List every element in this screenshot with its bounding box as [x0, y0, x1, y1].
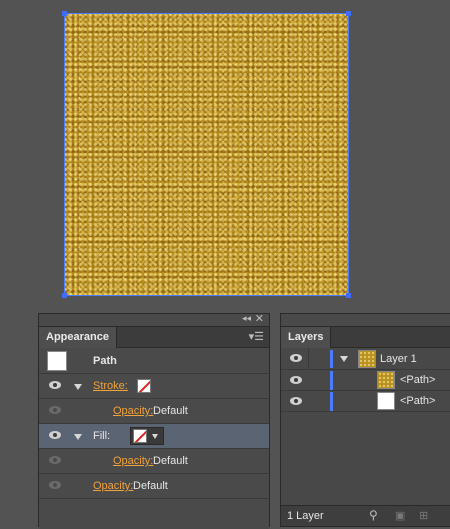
stroke-opacity-row[interactable]: Opacity: Default — [39, 399, 269, 424]
layer-count: 1 Layer — [287, 510, 324, 522]
layer-color-bar — [330, 371, 333, 390]
layer-thumbnail — [358, 350, 376, 368]
eye-icon[interactable] — [290, 397, 302, 405]
fill-label[interactable]: Fill: — [93, 430, 110, 442]
layer-name[interactable]: Layer 1 — [380, 353, 417, 365]
new-layer-icon[interactable]: ▣ — [395, 509, 405, 522]
eye-icon[interactable] — [49, 381, 61, 389]
object-row[interactable]: Path — [39, 348, 269, 374]
eye-icon[interactable] — [49, 431, 61, 439]
object-opacity-row[interactable]: Opacity: Default — [39, 474, 269, 499]
sublayer-row[interactable]: <Path> — [281, 370, 450, 391]
close-icon[interactable]: ✕ — [255, 312, 264, 325]
eye-icon[interactable] — [290, 376, 302, 384]
path-label[interactable]: <Path> — [400, 374, 435, 386]
path-label[interactable]: <Path> — [400, 395, 435, 407]
search-icon[interactable]: ⚲ — [369, 508, 378, 522]
tab-appearance[interactable]: Appearance — [39, 327, 117, 348]
eye-icon[interactable] — [49, 406, 61, 414]
object-thumbnail — [47, 351, 67, 371]
object-type-label: Path — [93, 355, 117, 367]
sublayer-row[interactable]: <Path> — [281, 391, 450, 412]
opacity-value: Default — [133, 480, 168, 492]
fill-opacity-row[interactable]: Opacity: Default — [39, 449, 269, 474]
opacity-value: Default — [153, 455, 188, 467]
stroke-row[interactable]: Stroke: — [39, 374, 269, 399]
delete-icon[interactable]: ⊞ — [419, 509, 428, 522]
panel-titlebar — [281, 314, 450, 327]
path-thumbnail-white — [377, 392, 395, 410]
gold-glitter-artwork[interactable] — [64, 13, 349, 296]
layer-color-bar — [330, 392, 333, 411]
stroke-label[interactable]: Stroke: — [93, 380, 128, 392]
layer-row[interactable]: Layer 1 — [281, 348, 450, 370]
stroke-swatch[interactable] — [137, 379, 151, 393]
appearance-tabbar: Appearance ▾☰ — [39, 327, 269, 348]
panel-titlebar: ◂◂ ✕ — [39, 312, 269, 327]
eye-icon[interactable] — [49, 481, 61, 489]
layers-footer: 1 Layer ⚲ ▣ ⊞ — [281, 505, 450, 526]
chevron-down-icon — [152, 434, 158, 439]
opacity-label[interactable]: Opacity: — [113, 455, 153, 467]
opacity-label[interactable]: Opacity: — [93, 480, 133, 492]
tab-layers[interactable]: Layers — [281, 327, 332, 348]
disclosure-triangle-icon[interactable] — [340, 356, 348, 362]
opacity-label[interactable]: Opacity: — [113, 405, 153, 417]
layers-panel: Layers Layer 1 <Path> <Path> 1 Layer ⚲ ▣… — [280, 313, 450, 527]
eye-icon[interactable] — [290, 354, 302, 362]
fill-row[interactable]: Fill: — [39, 424, 269, 449]
path-thumbnail-gold — [377, 371, 395, 389]
opacity-value: Default — [153, 405, 188, 417]
layers-tabbar: Layers — [281, 327, 450, 348]
panel-menu-icon[interactable]: ▾☰ — [249, 330, 264, 343]
fill-swatch-dropdown[interactable] — [130, 427, 164, 445]
disclosure-triangle-icon[interactable] — [74, 434, 82, 440]
lock-toggle[interactable] — [308, 348, 309, 370]
fill-swatch — [133, 429, 147, 443]
eye-icon[interactable] — [49, 456, 61, 464]
layer-color-bar — [330, 350, 333, 368]
layers-list: Layer 1 <Path> <Path> — [281, 348, 450, 508]
appearance-list: Path Stroke: Opacity: Default Fill: Opac… — [39, 348, 269, 529]
collapse-icon[interactable]: ◂◂ — [242, 313, 251, 324]
appearance-panel: ◂◂ ✕ Appearance ▾☰ Path Stroke: Opacity:… — [38, 312, 270, 529]
disclosure-triangle-icon[interactable] — [74, 384, 82, 390]
